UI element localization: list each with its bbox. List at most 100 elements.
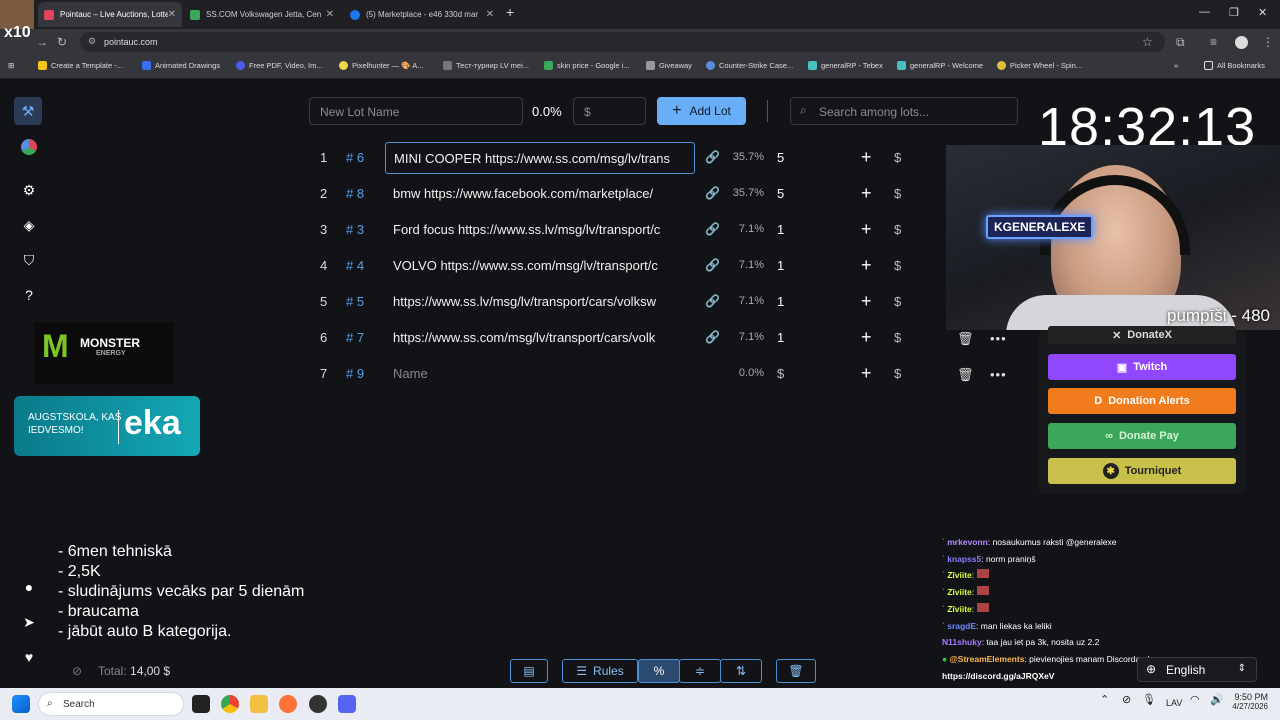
more-bookmarks-icon[interactable]: » [1174,61,1178,70]
close-tab-icon[interactable]: ✕ [486,9,494,20]
dollar-icon[interactable]: $ [894,330,901,345]
bookmark-star-icon[interactable]: ☆ [1142,35,1153,49]
twitch-button[interactable]: ▣ Twitch [1048,354,1236,380]
firefox-icon[interactable] [279,695,297,713]
new-lot-name-input[interactable]: New Lot Name [309,97,523,125]
link-icon[interactable]: 🔗 [705,258,720,272]
donate-hand-icon[interactable]: ♥ [18,646,40,668]
help-icon[interactable]: ? [18,284,40,306]
shield-icon[interactable]: ⛉ [18,249,40,271]
layers-icon[interactable]: ◈ [18,214,40,236]
merge-icon-button[interactable]: ≑ [679,659,721,683]
donatex-button[interactable]: ✕ DonateX [1048,326,1236,344]
clear-lots-button[interactable]: 🗑 [776,659,816,683]
dollar-icon[interactable]: $ [894,186,901,201]
language-indicator[interactable]: LAV [1166,698,1182,708]
apps-grid-icon[interactable]: ⊞ [8,61,14,70]
add-amount-icon[interactable]: + [861,147,872,168]
link-icon[interactable]: 🔗 [705,186,720,200]
bookmark-item[interactable]: skin price - Google i... [544,61,630,70]
bookmark-item[interactable]: Animated Drawings [142,61,220,70]
bookmark-item[interactable]: Create a Template -... [38,61,123,70]
forward-icon[interactable]: → [36,35,48,49]
donate-pay-button[interactable]: ∞ Donate Pay [1048,423,1236,449]
browser-menu-icon[interactable]: ⋮ [1262,35,1274,49]
wheel-icon[interactable] [18,136,40,158]
more-options-icon[interactable]: ••• [990,367,1007,382]
maximize-icon[interactable]: ❐ [1229,6,1239,19]
delete-lot-icon[interactable]: 🗑 [957,331,974,347]
close-tab-icon[interactable]: ✕ [168,9,176,20]
add-amount-icon[interactable]: + [861,291,872,312]
delete-lot-icon[interactable]: 🗑 [957,367,974,383]
system-clock[interactable]: 9:50 PM 4/27/2026 [1232,692,1268,711]
link-icon[interactable]: 🔗 [705,222,720,236]
telegram-icon[interactable]: ➤ [18,611,40,633]
taskbar-search[interactable]: ⌕ Search [38,692,184,716]
tourniquet-button[interactable]: ✱ Tourniquet [1048,458,1236,484]
bookmark-item[interactable]: Picker Wheel - Spin... [997,61,1082,70]
bookmark-item[interactable]: Counter-Strike Case... [706,61,793,70]
close-window-icon[interactable]: ✕ [1258,6,1267,19]
mic-icon[interactable]: 🎙 [1142,693,1156,706]
extensions-icon[interactable]: ⧉ [1176,35,1185,50]
add-amount-icon[interactable]: + [861,327,872,348]
rules-button[interactable]: ☰ Rules [562,659,638,683]
all-bookmarks[interactable]: All Bookmarks [1204,61,1265,70]
lot-name-input[interactable]: https://www.ss.lv/msg/lv/transport/cars/… [385,286,695,318]
add-amount-icon[interactable]: + [861,183,872,204]
auction-hammer-icon[interactable]: ⚒ [14,97,42,125]
discord-icon[interactable] [338,695,356,713]
volume-icon[interactable]: 🔊 [1210,693,1224,706]
task-view-icon[interactable] [192,695,210,713]
tab-ss-com[interactable]: SS.COM Volkswagen Jetta, Cen ✕ [184,2,340,27]
minimize-icon[interactable]: — [1199,6,1210,18]
bookmark-item[interactable]: generalRP - Tebex [808,61,883,70]
dollar-icon[interactable]: $ [894,258,901,273]
donation-alerts-button[interactable]: D Donation Alerts [1048,388,1236,414]
tray-chevron-icon[interactable]: ⌃ [1100,693,1109,706]
github-icon[interactable]: ● [18,576,40,598]
network-icon[interactable]: ⊘ [1122,693,1131,706]
dollar-icon[interactable]: $ [894,222,901,237]
link-icon[interactable]: 🔗 [705,330,720,344]
dollar-icon[interactable]: $ [894,150,901,165]
file-explorer-icon[interactable] [250,695,268,713]
lot-name-input[interactable]: VOLVO https://www.ss.com/msg/lv/transpor… [385,250,695,282]
tab-pointauc[interactable]: Pointauc – Live Auctions, Lotter ✕ [38,2,182,27]
profile-avatar[interactable] [1235,36,1248,49]
link-icon[interactable]: 🔗 [705,294,720,308]
url-field[interactable]: ⚙ pointauc.com [80,32,1165,52]
sort-icon-button[interactable]: ⇅ [720,659,762,683]
add-lot-button[interactable]: + Add Lot [657,97,746,125]
save-icon-button[interactable]: ▤ [510,659,548,683]
bookmark-item[interactable]: Тест-турнир LV mei... [443,61,529,70]
chrome-icon[interactable] [221,695,239,713]
settings-gear-icon[interactable]: ⚙ [18,179,40,201]
dollar-icon[interactable]: $ [894,294,901,309]
wifi-icon[interactable]: ◠ [1190,693,1200,706]
more-options-icon[interactable]: ••• [990,331,1007,346]
new-tab-button[interactable]: + [506,4,514,20]
close-tab-icon[interactable]: ✕ [326,9,334,20]
bookmark-item[interactable]: generalRP - Welcome [897,61,983,70]
dollar-icon[interactable]: $ [894,366,901,381]
language-select[interactable]: ⊕ English ⇕ [1137,657,1257,682]
lot-name-input[interactable]: MINI COOPER https://www.ss.com/msg/lv/tr… [385,142,695,174]
reload-icon[interactable]: ↻ [57,35,67,49]
link-icon[interactable]: 🔗 [705,150,720,164]
bookmark-item[interactable]: Free PDF, Video, Im... [236,61,323,70]
lot-name-input[interactable]: bmw https://www.facebook.com/marketplace… [385,178,695,210]
tab-marketplace[interactable]: (5) Marketplace - e46 330d mar ✕ [344,2,500,27]
bookmark-item[interactable]: Pixelhunter — 🎨 A... [339,61,423,70]
add-amount-icon[interactable]: + [861,255,872,276]
hide-total-icon[interactable]: ⊘ [72,664,82,678]
add-amount-icon[interactable]: + [861,219,872,240]
obs-icon[interactable] [309,695,327,713]
search-lots-input[interactable]: ⌕ Search among lots... [790,97,1018,125]
new-lot-amount-input[interactable]: $ [573,97,646,125]
media-icon[interactable]: ≡ [1210,35,1217,49]
bookmark-item[interactable]: Giveaway [646,61,692,70]
lot-name-input[interactable]: Name [385,358,695,390]
lot-name-input[interactable]: https://www.ss.com/msg/lv/transport/cars… [385,322,695,354]
